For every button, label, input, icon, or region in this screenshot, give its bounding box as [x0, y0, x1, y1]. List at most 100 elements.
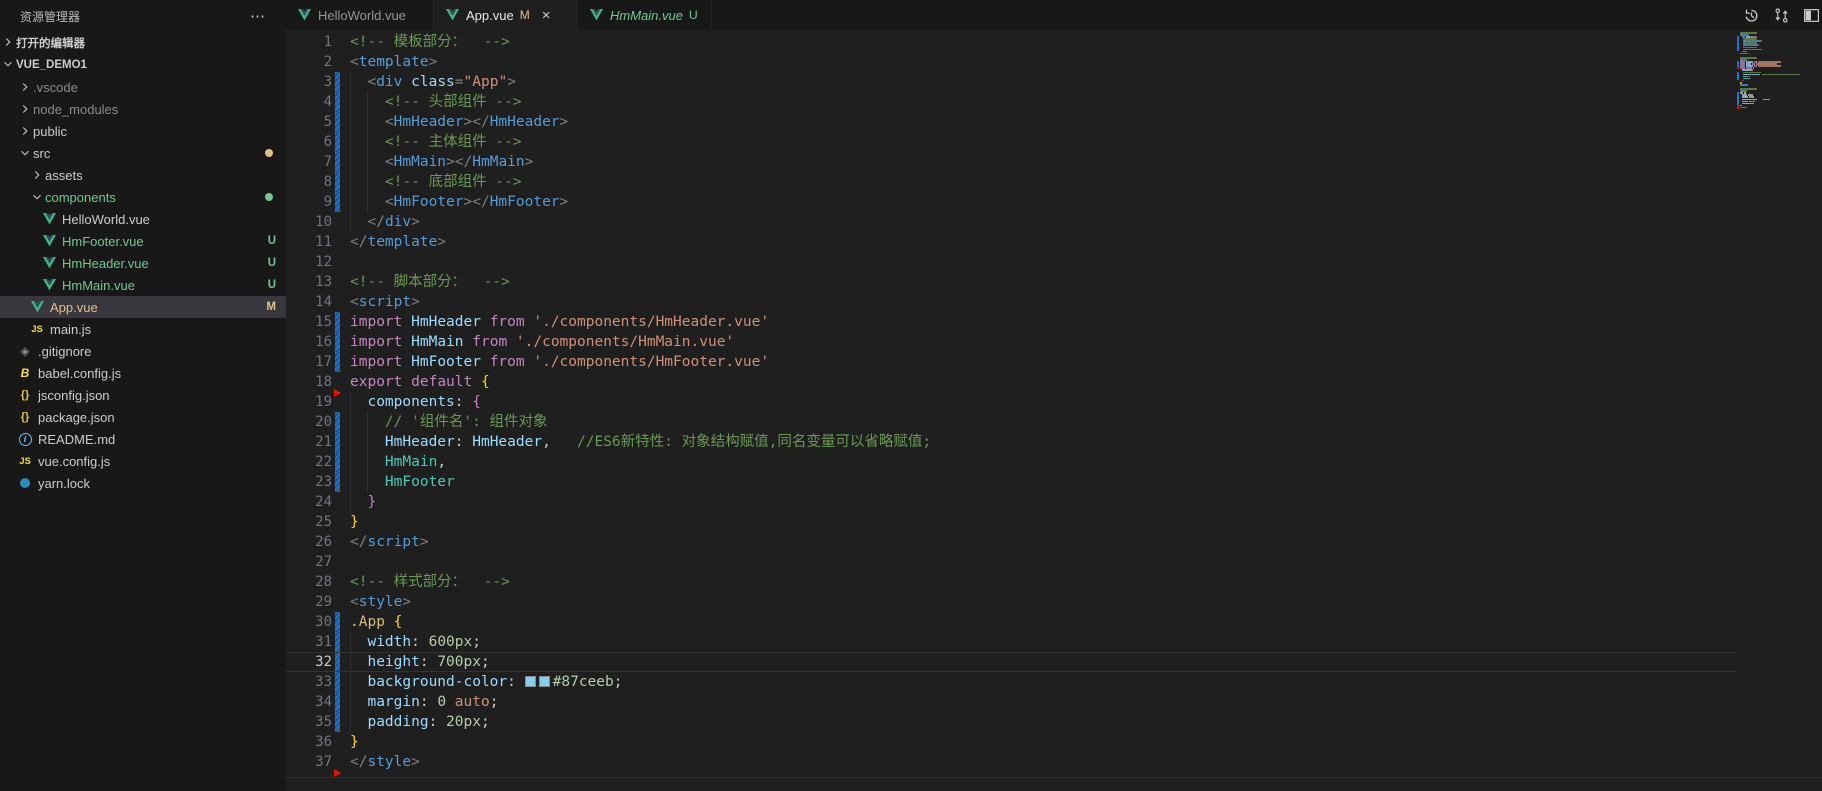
code-line-16[interactable]: 16 import HmMain from './components/HmMai… — [286, 332, 1822, 352]
chevron-right-icon — [0, 35, 16, 52]
code-line-11[interactable]: 11 </template> — [286, 232, 1822, 252]
tree-item-label: yarn.lock — [38, 475, 91, 491]
code-editor[interactable]: 1 <!-- 模板部分： --> 2 <template> 3 <div class="… — [286, 30, 1822, 791]
code-line-21[interactable]: 21 HmHeader: HmHeader, //ES6新特性: 对象结构赋值,… — [286, 432, 1822, 452]
code-line-33[interactable]: 33 background-color: #87ceeb; — [286, 672, 1822, 692]
code-text: <template> — [350, 54, 438, 70]
line-number: 37 — [315, 754, 332, 770]
code-line-36[interactable]: 36} — [286, 732, 1822, 752]
tree-file-app-vue[interactable]: App.vue M — [0, 296, 286, 318]
code-line-7[interactable]: 7 <HmMain></HmMain> — [286, 152, 1822, 172]
tab-helloworld-vue[interactable]: HelloWorld.vue — [286, 0, 434, 30]
code-text: HmHeader: HmHeader, //ES6新特性: 对象结构赋值,同名变… — [350, 432, 931, 452]
minimap-line — [1748, 52, 1750, 55]
views-and-more-actions-icon[interactable]: ⋯ — [250, 7, 266, 25]
line-number: 13 — [315, 274, 332, 290]
tree-item-label: jsconfig.json — [38, 387, 110, 403]
tree-file-helloworld-vue[interactable]: HelloWorld.vue — [0, 208, 286, 230]
tree-file-main-js[interactable]: JS main.js — [0, 318, 286, 340]
code-line-1[interactable]: 1 <!-- 模板部分： --> — [286, 32, 1822, 52]
tab-app-vue[interactable]: App.vue M × — [434, 0, 578, 30]
code-line-4[interactable]: 4 <!-- 头部组件 --> — [286, 92, 1822, 112]
code-line-20[interactable]: 20 // '组件名': 组件对象 — [286, 412, 1822, 432]
color-swatch[interactable] — [524, 676, 536, 687]
code-line-28[interactable]: 28 <!-- 样式部分： --> — [286, 572, 1822, 592]
tree-file-hmheader-vue[interactable]: HmHeader.vue U — [0, 252, 286, 274]
tree-file-vue-config-js[interactable]: JS vue.config.js — [0, 450, 286, 472]
tree-item-label: App.vue — [50, 299, 98, 315]
indent-guide — [350, 132, 351, 152]
line-number: 12 — [315, 254, 332, 270]
indent-guide — [350, 692, 351, 712]
minimap[interactable] — [1737, 30, 1801, 791]
close-tab-icon[interactable]: × — [542, 8, 551, 23]
code-line-9[interactable]: 9 <HmFooter></HmFooter> — [286, 192, 1822, 212]
tree-folder-public[interactable]: public — [0, 120, 286, 142]
git-modified-gutter-bar — [335, 652, 340, 672]
tree-file-hmmain-vue[interactable]: HmMain.vue U — [0, 274, 286, 296]
code-line-35[interactable]: 35 padding: 20px; — [286, 712, 1822, 732]
line-number: 6 — [323, 134, 332, 150]
timeline-icon[interactable] — [1743, 7, 1760, 24]
code-line-25[interactable]: 25} — [286, 512, 1822, 532]
split-editor-icon[interactable] — [1803, 7, 1820, 24]
red-gutter-arrow-icon — [334, 389, 341, 397]
open-editors-section-header[interactable]: 打开的编辑器 — [0, 32, 286, 54]
code-line-24[interactable]: 24 } — [286, 492, 1822, 512]
code-line-27[interactable]: 27 — [286, 552, 1822, 572]
tree-file-babel-config-js[interactable]: Bbabel.config.js — [0, 362, 286, 384]
tree-file-hmfooter-vue[interactable]: HmFooter.vue U — [0, 230, 286, 252]
code-line-2[interactable]: 2 <template> — [286, 52, 1822, 72]
code-line-8[interactable]: 8 <!-- 底部组件 --> — [286, 172, 1822, 192]
code-line-10[interactable]: 10 </div> — [286, 212, 1822, 232]
minimap-git-red-mark — [1737, 67, 1739, 70]
git-modified-gutter-bar — [335, 152, 340, 172]
code-line-5[interactable]: 5 <HmHeader></HmHeader> — [286, 112, 1822, 132]
code-line-13[interactable]: 13 <!-- 脚本部分： --> — [286, 272, 1822, 292]
js-file-icon: JS — [19, 455, 31, 467]
json-file-icon: {} — [20, 389, 30, 401]
tree-folder--vscode[interactable]: .vscode — [0, 76, 286, 98]
tab-hmmain-vue[interactable]: HmMain.vue U — [578, 0, 712, 30]
code-line-37[interactable]: 37 </style> — [286, 752, 1822, 777]
code-line-6[interactable]: 6 <!-- 主体组件 --> — [286, 132, 1822, 152]
chevron-right-icon — [17, 123, 33, 139]
tree-folder-src[interactable]: src — [0, 142, 286, 164]
tree-folder-node-modules[interactable]: node_modules — [0, 98, 286, 120]
tree-file-jsconfig-json[interactable]: {} jsconfig.json — [0, 384, 286, 406]
code-line-15[interactable]: 15 import HmHeader from './components/HmH… — [286, 312, 1822, 332]
code-line-18[interactable]: 18 export default { — [286, 372, 1822, 397]
indent-guide — [350, 472, 351, 492]
tree-file-readme-md[interactable]: i README.md — [0, 428, 286, 450]
tree-folder-assets[interactable]: assets — [0, 164, 286, 186]
code-line-32[interactable]: 32 height: 700px; — [286, 652, 1822, 672]
code-line-26[interactable]: 26 </script> — [286, 532, 1822, 552]
code-line-17[interactable]: 17 import HmFooter from './components/HmF… — [286, 352, 1822, 372]
code-text: import HmHeader from './components/HmHea… — [350, 314, 770, 330]
project-root-section-header[interactable]: VUE_DEMO1 — [0, 54, 286, 76]
color-swatch[interactable] — [538, 676, 550, 687]
code-line-3[interactable]: 3 <div class="App"> — [286, 72, 1822, 92]
minimap-line — [1760, 40, 1762, 42]
tree-item-label: HelloWorld.vue — [62, 211, 150, 227]
indent-guide — [367, 112, 369, 132]
indent-guide — [350, 152, 351, 172]
code-line-29[interactable]: 29 <style> — [286, 592, 1822, 612]
code-line-31[interactable]: 31 width: 600px; — [286, 632, 1822, 652]
code-line-30[interactable]: 30 .App { — [286, 612, 1822, 632]
section-label: 打开的编辑器 — [16, 38, 85, 50]
code-line-22[interactable]: 22 HmMain, — [286, 452, 1822, 472]
code-line-34[interactable]: 34 margin: 0 auto; — [286, 692, 1822, 712]
tree-file--gitignore[interactable]: ◈ .gitignore — [0, 340, 286, 362]
tree-file-package-json[interactable]: {} package.json — [0, 406, 286, 428]
indent-guide — [350, 392, 351, 412]
code-line-14[interactable]: 14 <script> — [286, 292, 1822, 312]
tree-folder-components[interactable]: components — [0, 186, 286, 208]
vue-file-icon — [588, 7, 604, 23]
tree-file-yarn-lock[interactable]: yarn.lock — [0, 472, 286, 494]
code-line-23[interactable]: 23 HmFooter — [286, 472, 1822, 492]
code-line-19[interactable]: 19 components: { — [286, 392, 1822, 412]
code-text: </style> — [350, 754, 420, 770]
compare-changes-icon[interactable] — [1773, 7, 1790, 24]
code-line-12[interactable]: 12 — [286, 252, 1822, 272]
